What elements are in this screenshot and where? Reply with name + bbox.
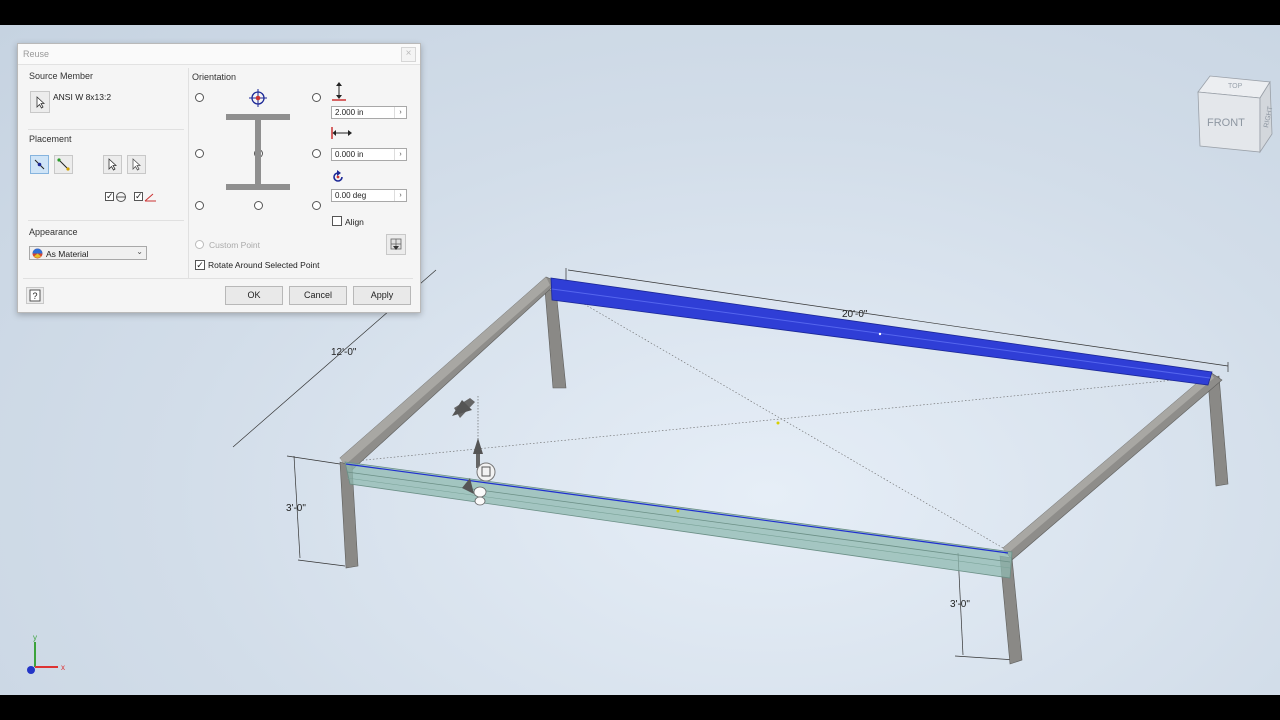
target-point-icon[interactable]: [248, 88, 268, 108]
help-button[interactable]: ?: [26, 287, 44, 304]
chevron-right-icon[interactable]: ›: [394, 190, 406, 201]
angle-icon: [144, 193, 156, 202]
appearance-value: As Material: [46, 249, 89, 259]
flip-direction-icon: [116, 192, 126, 202]
column-divider: [188, 68, 189, 278]
svg-text:?: ?: [33, 291, 38, 301]
bottom-black-bar: [0, 695, 1280, 720]
close-button[interactable]: ×: [401, 47, 416, 62]
dim-length-label: 20'-0": [842, 309, 868, 320]
custom-point-label: Custom Point: [209, 240, 261, 250]
viewcube-front-label: FRONT: [1207, 117, 1245, 129]
rotation-value: 0.00 deg: [335, 191, 367, 200]
ok-button[interactable]: OK: [225, 286, 283, 305]
appearance-dropdown[interactable]: As Material ⌄: [29, 246, 147, 260]
help-icon: ?: [29, 289, 41, 302]
cursor-arrow-icon: [132, 158, 142, 171]
separator: [28, 220, 184, 221]
rotate-around-checkbox[interactable]: ✓: [195, 260, 205, 270]
chevron-right-icon[interactable]: ›: [394, 149, 406, 160]
dim-height-right-label: 3'-0": [950, 599, 970, 610]
flip-checkbox[interactable]: ✓: [105, 192, 114, 201]
vertical-offset-value: 2.000 in: [335, 108, 364, 117]
axis-triad: y x: [27, 633, 65, 674]
material-sphere-icon: [32, 248, 43, 259]
beam-front-preview: [344, 461, 1013, 579]
beam-right-side: [1002, 371, 1223, 561]
dialog-title: Reuse: [23, 49, 50, 59]
ibeam-profile-icon: [226, 114, 290, 190]
top-black-bar: [0, 0, 1280, 25]
placement-points-button[interactable]: [54, 155, 73, 174]
horizontal-offset-value: 0.000 in: [335, 150, 364, 159]
beam-back-selected: [550, 277, 1213, 386]
custom-point-radio[interactable]: [195, 240, 204, 249]
viewcube-top-label: TOP: [1228, 83, 1243, 90]
reuse-dialog: Reuse × Source Member ANSI W 8x13:2 Plac…: [17, 43, 421, 313]
dim-height-left-label: 3'-0": [286, 503, 306, 514]
chevron-right-icon[interactable]: ›: [394, 107, 406, 118]
angle-checkbox[interactable]: ✓: [134, 192, 143, 201]
triad-x-label: x: [61, 663, 65, 672]
vertical-offset-input[interactable]: 2.000 in ›: [331, 106, 407, 119]
separator: [28, 129, 184, 130]
custom-point-pick-button[interactable]: [386, 234, 406, 255]
orientation-radio-bottom-center[interactable]: [254, 201, 263, 210]
leg-back-right: [1207, 375, 1229, 487]
rotation-input[interactable]: 0.00 deg ›: [331, 189, 407, 202]
orientation-radio-bottom-left[interactable]: [195, 201, 204, 210]
orientation-radio-mid-right[interactable]: [312, 149, 321, 158]
source-select-button[interactable]: [30, 91, 50, 113]
separator: [23, 278, 413, 279]
vertical-offset-icon: [332, 82, 346, 101]
cancel-button[interactable]: Cancel: [289, 286, 347, 305]
beam-front-axis: [345, 463, 1009, 554]
two-points-icon: [57, 158, 70, 171]
chevron-down-icon: ⌄: [136, 247, 143, 256]
placement-select-start-button[interactable]: [103, 155, 122, 174]
horizontal-offset-input[interactable]: 0.000 in ›: [331, 148, 407, 161]
apply-button[interactable]: Apply: [353, 286, 411, 305]
cursor-arrow-icon: [36, 96, 46, 109]
leg-back-left: [544, 289, 567, 389]
rotate-around-label: Rotate Around Selected Point: [208, 260, 320, 270]
orientation-label: Orientation: [192, 72, 237, 82]
dialog-titlebar[interactable]: Reuse ×: [18, 44, 420, 65]
source-member-label: Source Member: [29, 71, 94, 81]
grid-point-icon: [390, 238, 402, 250]
line-placement-icon: [34, 159, 45, 170]
source-member-value: ANSI W 8x13:2: [53, 92, 112, 102]
orientation-radio-bottom-right[interactable]: [312, 201, 321, 210]
orientation-radio-top-right[interactable]: [312, 93, 321, 102]
dim-width-label: 12'-0": [331, 347, 357, 358]
triad-y-label: y: [33, 633, 37, 642]
horizontal-offset-icon: [331, 127, 352, 139]
placement-label: Placement: [29, 134, 72, 144]
align-checkbox[interactable]: [332, 216, 342, 226]
orientation-radio-mid-left[interactable]: [195, 149, 204, 158]
appearance-label: Appearance: [29, 227, 78, 237]
orientation-radio-top-left[interactable]: [195, 93, 204, 102]
view-cube[interactable]: TOP FRONT RIGHT: [1197, 75, 1275, 154]
placement-line-button[interactable]: [30, 155, 49, 174]
placement-select-end-button[interactable]: [127, 155, 146, 174]
cursor-arrow-icon: [108, 158, 118, 171]
rotation-icon: [333, 170, 343, 182]
dim-line-length: [567, 269, 1229, 367]
align-label: Align: [345, 217, 364, 227]
